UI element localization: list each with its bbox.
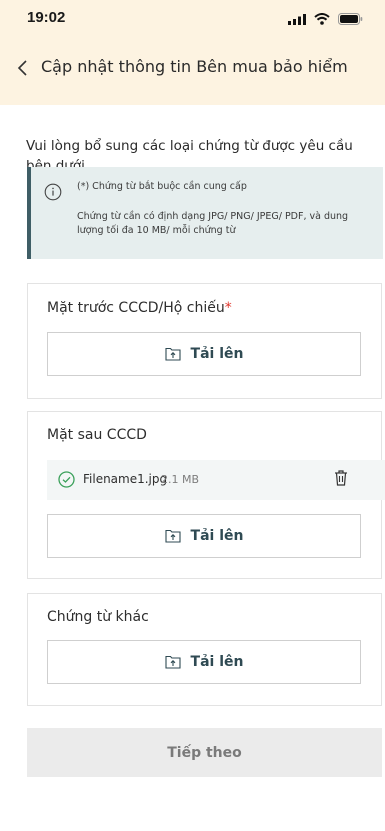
- back-chevron-icon[interactable]: [14, 57, 32, 79]
- next-label: Tiếp theo: [167, 744, 242, 761]
- status-bar: 19:02: [0, 0, 385, 40]
- battery-icon: [338, 13, 363, 25]
- file-size: 2.1 MB: [161, 473, 200, 486]
- upload-icon: [164, 347, 181, 361]
- file-name: Filename1.jpg: [83, 472, 168, 486]
- section-title: Mặt trước CCCD/Hộ chiếu*: [47, 300, 232, 316]
- section-title: Chứng từ khác: [47, 609, 149, 625]
- trash-icon[interactable]: [333, 469, 349, 487]
- section-other-docs: Chứng từ khác Tải lên: [27, 593, 382, 706]
- upload-label: Tải lên: [190, 528, 244, 544]
- notice-box: (*) Chứng từ bắt buộc cần cung cấp Chứng…: [27, 167, 383, 259]
- section-id-front: Mặt trước CCCD/Hộ chiếu* Tải lên: [27, 283, 382, 399]
- upload-icon: [164, 655, 181, 669]
- upload-button[interactable]: Tải lên: [47, 332, 361, 376]
- status-time: 19:02: [27, 9, 66, 26]
- upload-icon: [164, 529, 181, 543]
- next-button[interactable]: Tiếp theo: [27, 728, 382, 777]
- required-asterisk: *: [224, 300, 232, 316]
- upload-button[interactable]: Tải lên: [47, 514, 361, 558]
- page-title: Cập nhật thông tin Bên mua bảo hiểm: [41, 57, 348, 76]
- wifi-icon: [314, 13, 330, 25]
- upload-label: Tải lên: [190, 654, 244, 670]
- section-id-back: Mặt sau CCCD Filename1.jpg 2.1 MB Tải lê…: [27, 411, 385, 579]
- info-icon: [44, 183, 62, 201]
- section-title: Mặt sau CCCD: [47, 427, 147, 443]
- file-item: Filename1.jpg 2.1 MB: [47, 460, 385, 500]
- header: Cập nhật thông tin Bên mua bảo hiểm: [0, 48, 385, 88]
- check-circle-icon: [58, 471, 75, 488]
- format-note: Chứng từ cần có định dạng JPG/ PNG/ JPEG…: [77, 211, 349, 236]
- signal-icon: [288, 13, 306, 25]
- status-icons: [288, 13, 363, 25]
- top-bar: 19:02 Cập nhật thông tin Bên mua bảo hiể…: [0, 0, 385, 105]
- upload-label: Tải lên: [190, 346, 244, 362]
- upload-button[interactable]: Tải lên: [47, 640, 361, 684]
- required-note: (*) Chứng từ bắt buộc cần cung cấp: [77, 181, 247, 192]
